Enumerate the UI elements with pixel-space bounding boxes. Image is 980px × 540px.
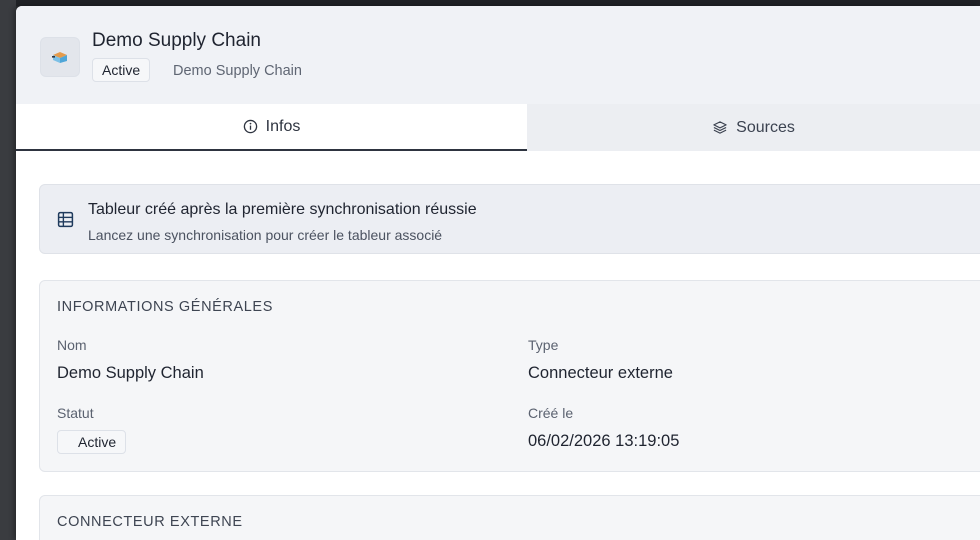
- tab-sources-label: Sources: [736, 118, 795, 136]
- panel-header: Demo Supply Chain Active Demo Supply Cha…: [16, 6, 980, 104]
- connector-section-title: CONNECTEUR EXTERNE: [57, 514, 243, 530]
- notice-message: Lancez une synchronisation pour créer le…: [88, 227, 443, 243]
- backdrop-overlay[interactable]: [0, 0, 16, 540]
- layers-icon: [713, 121, 727, 134]
- type-label: Type: [528, 337, 559, 353]
- external-connector-card: CONNECTEUR EXTERNE: [39, 495, 980, 540]
- page-title: Demo Supply Chain: [92, 30, 261, 51]
- name-label: Nom: [57, 337, 87, 353]
- name-value: Demo Supply Chain: [57, 364, 204, 382]
- created-label: Créé le: [528, 405, 574, 421]
- detail-panel: Demo Supply Chain Active Demo Supply Cha…: [16, 6, 980, 540]
- connector-icon: [40, 37, 80, 77]
- status-value-badge: Active: [57, 430, 127, 454]
- status-badge: Active: [92, 58, 151, 82]
- type-value: Connecteur externe: [528, 364, 673, 382]
- sync-notice: Tableur créé après la première synchroni…: [39, 184, 980, 254]
- tab-bar: Infos Sources: [16, 104, 980, 151]
- tab-content: Tableur créé après la première synchroni…: [16, 151, 980, 540]
- table-icon: [57, 211, 74, 228]
- notice-title: Tableur créé après la première synchroni…: [88, 201, 477, 218]
- status-label: Statut: [57, 405, 94, 421]
- header-subtitle: Demo Supply Chain: [173, 63, 302, 79]
- section-title: INFORMATIONS GÉNÉRALES: [57, 299, 273, 315]
- general-info-card: INFORMATIONS GÉNÉRALES Nom Demo Supply C…: [39, 280, 980, 472]
- tab-sources[interactable]: Sources: [527, 104, 980, 151]
- info-icon: [243, 119, 257, 134]
- tab-infos[interactable]: Infos: [16, 104, 527, 151]
- tab-infos-label: Infos: [265, 117, 301, 135]
- created-value: 06/02/2026 13:19:05: [528, 432, 680, 450]
